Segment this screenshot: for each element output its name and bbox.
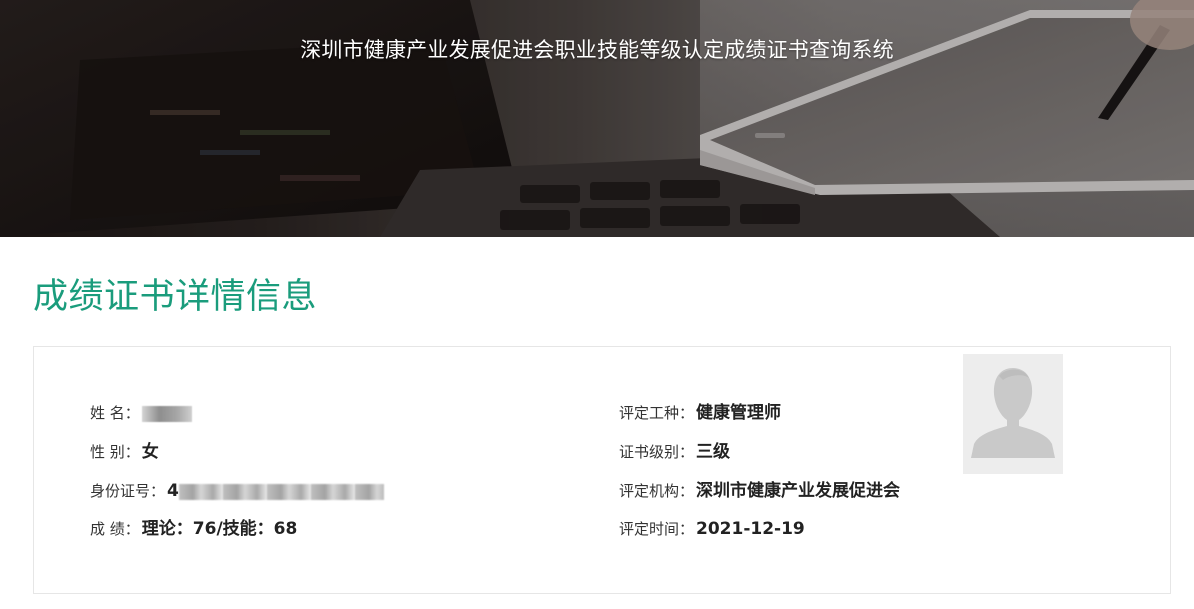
date-row: 评定时间： 2021-12-19 — [619, 518, 805, 540]
redacted-id-mask — [178, 483, 384, 500]
occupation-row: 评定工种： 健康管理师 — [619, 402, 781, 424]
id-number-label: 身份证号： — [90, 482, 166, 500]
organization-value: 深圳市健康产业发展促进会 — [696, 481, 901, 501]
date-value: 2021-12-19 — [696, 519, 805, 539]
gender-row: 性 别：女 — [90, 441, 159, 463]
score-row: 成 绩： 理论：76/技能：68 — [90, 518, 297, 540]
person-silhouette-icon — [971, 368, 1055, 458]
header-banner: 深圳市健康产业发展促进会职业技能等级认定成绩证书查询系统 — [0, 0, 1194, 237]
level-value: 三级 — [696, 442, 731, 462]
name-row: 姓 名： — [90, 402, 192, 424]
gender-value: 女 — [141, 442, 159, 462]
organization-label: 评定机构： — [619, 482, 695, 500]
gender-label: 性 别： — [90, 443, 140, 461]
name-label: 姓 名： — [90, 404, 140, 422]
id-number-value: 4 — [167, 481, 179, 501]
score-label: 成 绩： — [90, 520, 140, 538]
organization-row: 评定机构： 深圳市健康产业发展促进会 — [619, 480, 900, 502]
id-number-row: 身份证号： 4 — [90, 480, 384, 502]
score-value: 理论：76/技能：68 — [141, 519, 298, 539]
occupation-label: 评定工种： — [619, 404, 695, 422]
page-header-title: 深圳市健康产业发展促进会职业技能等级认定成绩证书查询系统 — [300, 38, 894, 62]
occupation-value: 健康管理师 — [696, 403, 782, 423]
avatar — [963, 354, 1063, 474]
redacted-name-mask — [141, 405, 192, 422]
level-label: 证书级别： — [619, 443, 695, 461]
section-title: 成绩证书详情信息 — [33, 277, 318, 317]
level-row: 证书级别： 三级 — [619, 441, 730, 463]
certificate-detail-card: 姓 名： 性 别：女 身份证号： 4 成 绩： 理论：76/技能：68 评定工种：健… — [33, 346, 1171, 594]
date-label: 评定时间： — [619, 520, 695, 538]
